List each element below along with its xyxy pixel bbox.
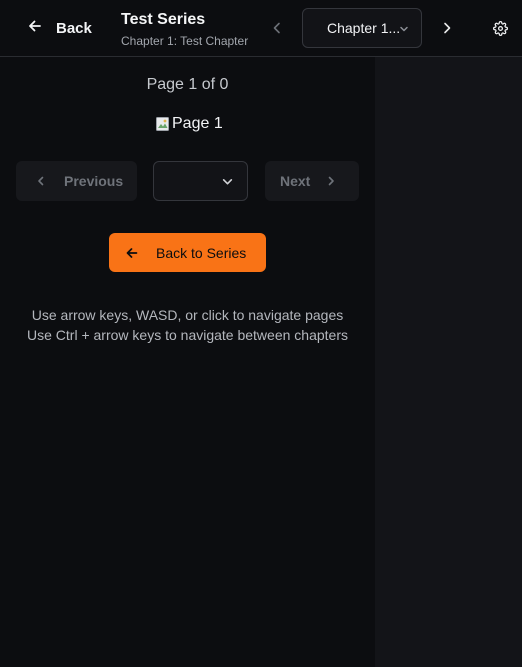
side-panel — [375, 57, 522, 667]
chapter-subtitle: Chapter 1: Test Chapter — [121, 34, 249, 48]
series-title: Test Series — [121, 11, 206, 28]
chevron-right-icon — [444, 22, 451, 34]
reader-panel: Page 1 of 0 Page 1 Previous Next Back to… — [0, 57, 375, 667]
keyboard-help-pages: Use arrow keys, WASD, or click to naviga… — [31, 307, 344, 323]
page-image-alt-text: Page 1 — [172, 115, 223, 132]
chevron-down-icon — [400, 26, 408, 32]
chevron-left-icon — [273, 22, 280, 34]
chapter-select-value: Chapter 1... — [327, 20, 401, 36]
broken-image-icon — [156, 117, 169, 131]
next-chapter-button[interactable] — [434, 14, 460, 42]
back-button[interactable]: Back — [18, 8, 104, 48]
chevron-right-icon — [329, 176, 335, 186]
top-bar: Back Test Series Chapter 1: Test Chapter… — [0, 0, 522, 57]
settings-button[interactable] — [488, 14, 512, 42]
chevron-down-icon — [222, 179, 233, 185]
page-indicator: Page 1 of 0 — [146, 76, 229, 93]
previous-page-label: Previous — [64, 173, 124, 189]
arrow-left-icon — [28, 19, 42, 37]
back-to-series-label: Back to Series — [156, 244, 247, 261]
keyboard-help-chapters: Use Ctrl + arrow keys to navigate betwee… — [27, 327, 348, 343]
next-page-button[interactable]: Next — [265, 161, 359, 201]
gear-icon — [492, 20, 508, 36]
chapter-select[interactable]: Chapter 1... — [302, 8, 422, 48]
reader-page: Back Test Series Chapter 1: Test Chapter… — [0, 0, 522, 667]
back-to-series-button[interactable]: Back to Series — [109, 233, 266, 272]
previous-page-button[interactable]: Previous — [16, 161, 137, 201]
chevron-left-icon — [38, 176, 44, 186]
back-button-label: Back — [56, 19, 92, 37]
page-image[interactable]: Page 1 — [155, 113, 223, 135]
arrow-left-icon — [126, 247, 138, 258]
previous-chapter-button[interactable] — [264, 14, 290, 42]
next-page-label: Next — [280, 173, 311, 189]
page-select[interactable] — [153, 161, 248, 201]
